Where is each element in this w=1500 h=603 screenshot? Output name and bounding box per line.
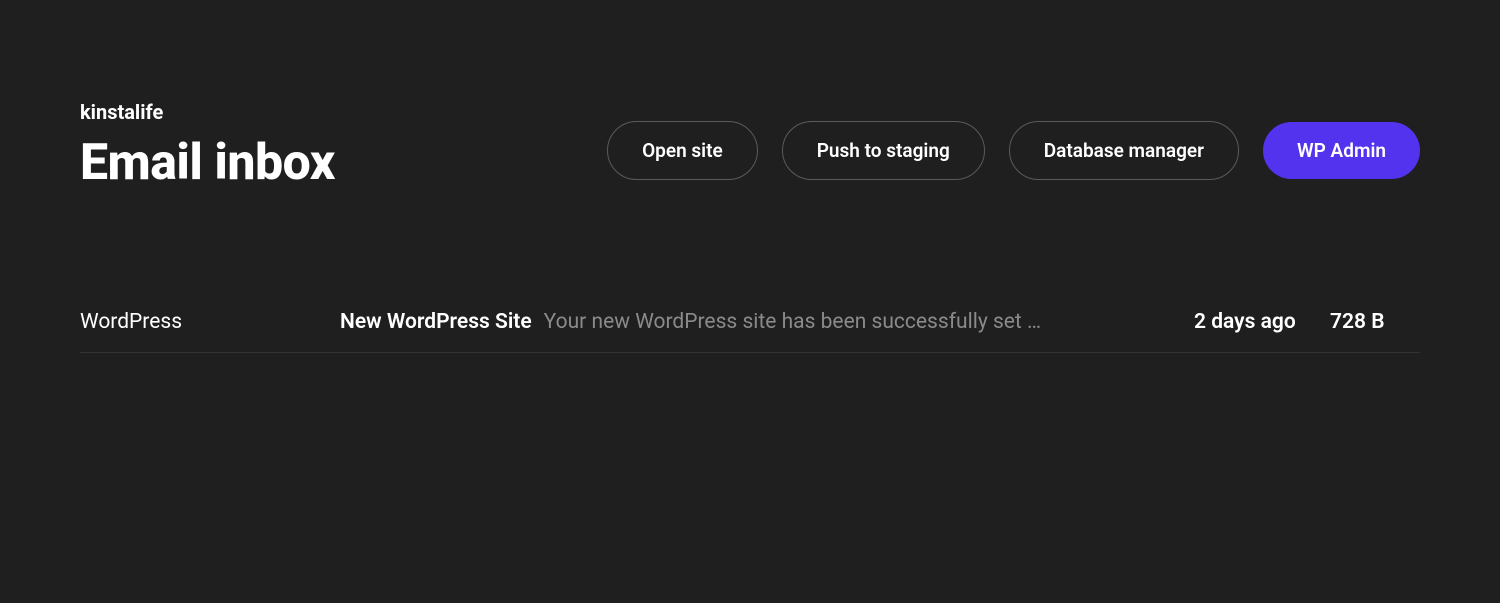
- email-time: 2 days ago: [1170, 310, 1330, 334]
- email-sender: WordPress: [80, 310, 340, 334]
- site-name: kinstalife: [80, 100, 335, 124]
- page-title: Email inbox: [80, 134, 335, 192]
- email-preview: Your new WordPress site has been success…: [544, 310, 1041, 334]
- email-row[interactable]: WordPress New WordPress Site Your new Wo…: [80, 292, 1420, 353]
- email-list: WordPress New WordPress Site Your new Wo…: [80, 292, 1420, 353]
- open-site-button[interactable]: Open site: [607, 121, 758, 180]
- push-to-staging-button[interactable]: Push to staging: [782, 121, 985, 180]
- header-actions: Open site Push to staging Database manag…: [607, 121, 1420, 192]
- email-size: 728 B: [1330, 310, 1420, 334]
- email-content: New WordPress Site Your new WordPress si…: [340, 310, 1170, 334]
- wp-admin-button[interactable]: WP Admin: [1263, 122, 1420, 179]
- header-title-group: kinstalife Email inbox: [80, 100, 335, 192]
- database-manager-button[interactable]: Database manager: [1009, 121, 1239, 180]
- page-header: kinstalife Email inbox Open site Push to…: [80, 100, 1420, 192]
- email-subject: New WordPress Site: [340, 310, 532, 334]
